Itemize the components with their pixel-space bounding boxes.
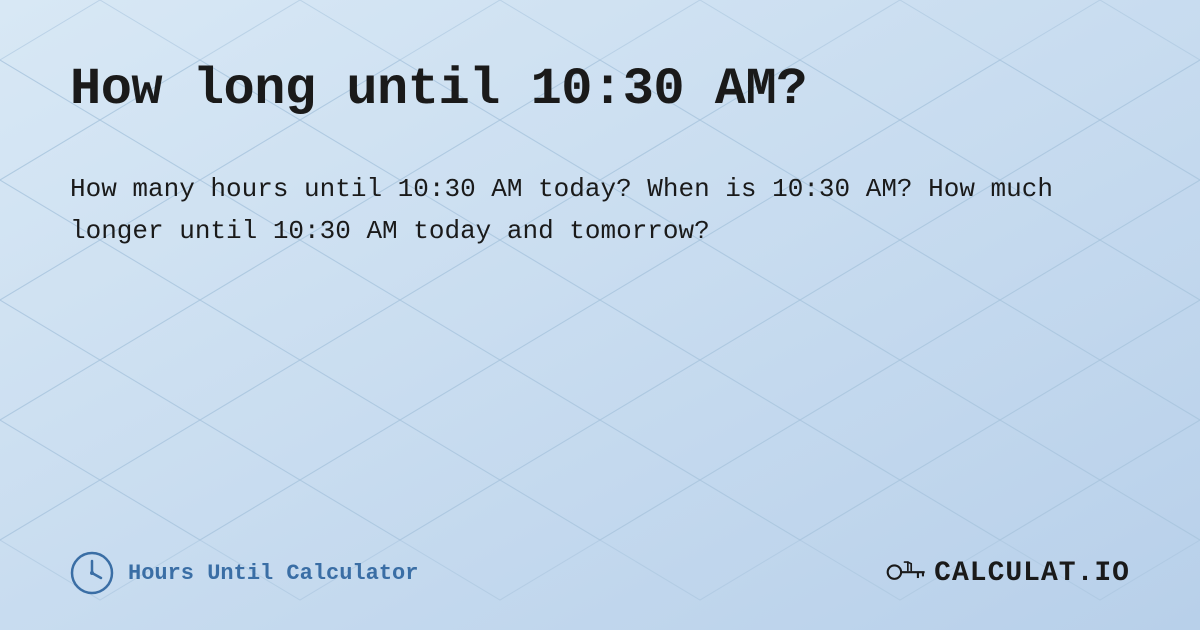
footer-left: Hours Until Calculator bbox=[70, 551, 418, 595]
logo-icon bbox=[886, 552, 928, 594]
footer: Hours Until Calculator CALCULAT.IO bbox=[70, 551, 1130, 595]
page-title: How long until 10:30 AM? bbox=[70, 60, 1130, 119]
footer-left-label: Hours Until Calculator bbox=[128, 561, 418, 586]
logo-text: CALCULAT.IO bbox=[934, 558, 1130, 589]
page-description: How many hours until 10:30 AM today? Whe… bbox=[70, 169, 1120, 252]
logo-area: CALCULAT.IO bbox=[886, 552, 1130, 594]
clock-icon bbox=[70, 551, 114, 595]
